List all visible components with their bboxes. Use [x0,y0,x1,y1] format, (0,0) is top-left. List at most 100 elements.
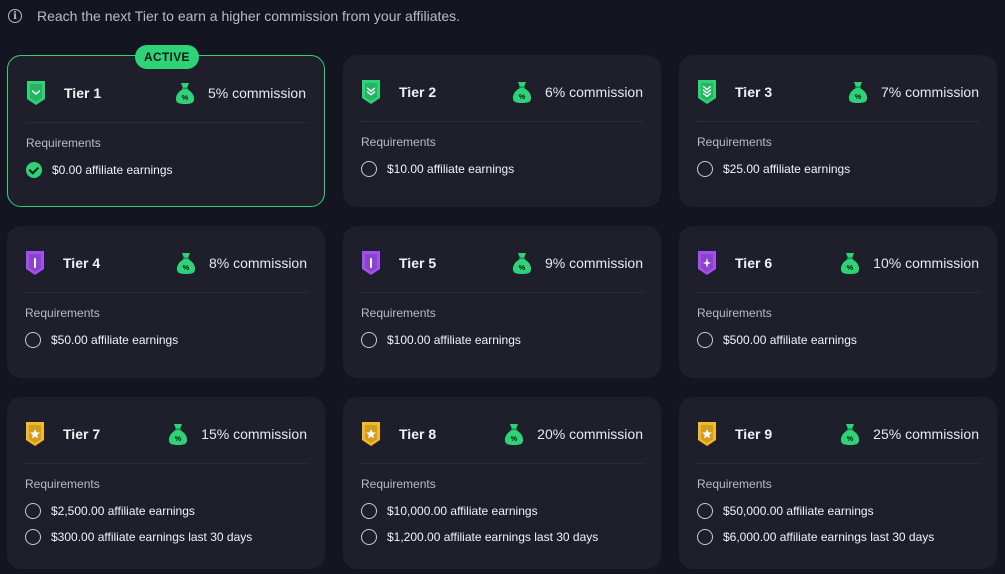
tier-card-1: ACTIVE Tier 1 % 5% commission Requiremen… [7,45,325,207]
tier-card-7: Tier 7 % 15% commission Requirements $2,… [7,397,325,569]
tier-header: Tier 5 % 9% commission [361,248,643,278]
requirements-list: $10.00 affiliate earnings [361,159,514,185]
tier-header: Tier 6 % 10% commission [697,248,979,278]
tier-card-9: Tier 9 % 25% commission Requirements $50… [679,397,997,569]
empty-circle-icon [25,503,41,519]
divider [361,292,643,293]
requirement-text: $10.00 affiliate earnings [387,162,515,176]
requirement-text: $0.00 affiliate earnings [52,163,173,177]
requirements-list: $2,500.00 affiliate earnings $300.00 aff… [25,501,252,553]
requirement-item: $50.00 affiliate earnings [25,330,178,350]
requirement-item: $300.00 affiliate earnings last 30 days [25,527,252,547]
tier-name: Tier 1 [64,85,102,101]
money-bag-icon: % [175,83,195,104]
requirements-list: $10,000.00 affiliate earnings $1,200.00 … [361,501,598,553]
svg-text:%: % [847,263,854,272]
info-banner: i Reach the next Tier to earn a higher c… [8,6,460,26]
tier-shield-icon [362,422,380,446]
requirement-text: $1,200.00 affiliate earnings last 30 day… [387,530,599,544]
requirements-label: Requirements [361,477,436,491]
tier-commission: 8% commission [208,255,307,271]
svg-text:%: % [175,434,182,443]
tier-header: Tier 8 % 20% commission [361,419,643,449]
tier-card-5: Tier 5 % 9% commission Requirements $100… [343,226,661,378]
tier-commission: 5% commission [207,85,306,101]
requirements-label: Requirements [361,135,436,149]
tier-name: Tier 6 [735,255,773,271]
requirement-item: $10,000.00 affiliate earnings [361,501,598,521]
tier-name: Tier 8 [399,426,437,442]
tier-header: Tier 7 % 15% commission [25,419,307,449]
requirements-list: $50.00 affiliate earnings [25,330,178,356]
money-bag-icon: % [505,424,524,445]
tier-card-8: Tier 8 % 20% commission Requirements $10… [343,397,661,569]
tier-name: Tier 9 [735,426,773,442]
tier-shield-icon [27,81,45,105]
empty-circle-icon [697,161,713,177]
empty-circle-icon [25,529,41,545]
tier-commission: 25% commission [873,426,979,442]
tier-card-2: Tier 2 % 6% commission Requirements $10.… [343,55,661,207]
tier-header: Tier 3 % 7% commission [697,77,979,107]
requirements-label: Requirements [25,306,100,320]
money-bag-icon: % [512,82,532,103]
requirement-item: $2,500.00 affiliate earnings [25,501,252,521]
requirements-list: $50,000.00 affiliate earnings $6,000.00 … [697,501,934,553]
requirement-text: $100.00 affiliate earnings [387,333,521,347]
svg-text:%: % [519,263,526,272]
requirement-item: $500.00 affiliate earnings [697,330,857,350]
svg-text:%: % [855,92,862,101]
tier-name: Tier 2 [399,84,437,100]
requirements-label: Requirements [697,306,772,320]
tier-card-6: Tier 6 % 10% commission Requirements $50… [679,226,997,378]
money-bag-icon: % [848,82,868,103]
empty-circle-icon [697,503,713,519]
tier-card-3: Tier 3 % 7% commission Requirements $25.… [679,55,997,207]
tier-name: Tier 7 [63,426,101,442]
empty-circle-icon [25,332,41,348]
divider [361,463,643,464]
divider [361,121,643,122]
empty-circle-icon [361,503,377,519]
requirements-list: $25.00 affiliate earnings [697,159,850,185]
tier-shield-icon [698,422,716,446]
divider [25,463,307,464]
requirement-item: $0.00 affiliate earnings [26,160,173,180]
tier-commission: 6% commission [544,84,643,100]
tier-commission: 20% commission [537,426,643,442]
active-badge: ACTIVE [135,45,199,69]
requirements-list: $0.00 affiliate earnings [26,160,173,186]
tier-card-4: Tier 4 % 8% commission Requirements $50.… [7,226,325,378]
tier-commission: 10% commission [873,255,979,271]
empty-circle-icon [361,529,377,545]
tier-shield-icon [698,251,716,275]
requirement-item: $25.00 affiliate earnings [697,159,850,179]
requirement-text: $500.00 affiliate earnings [723,333,857,347]
divider [697,463,979,464]
tier-header: Tier 9 % 25% commission [697,419,979,449]
tier-commission: 9% commission [544,255,643,271]
requirement-text: $50,000.00 affiliate earnings [723,504,874,518]
tier-name: Tier 4 [63,255,101,271]
requirement-text: $6,000.00 affiliate earnings last 30 day… [723,530,935,544]
tier-commission: 7% commission [880,84,979,100]
tier-shield-icon [26,251,44,275]
requirement-item: $100.00 affiliate earnings [361,330,521,350]
requirements-list: $500.00 affiliate earnings [697,330,857,356]
requirements-label: Requirements [25,477,100,491]
tier-header: Tier 1 % 5% commission [26,78,306,108]
tier-shield-icon [362,251,380,275]
empty-circle-icon [697,529,713,545]
money-bag-icon: % [841,253,860,274]
info-icon: i [8,9,22,23]
requirements-list: $100.00 affiliate earnings [361,330,521,356]
requirement-text: $25.00 affiliate earnings [723,162,851,176]
money-bag-icon: % [841,424,860,445]
requirement-item: $10.00 affiliate earnings [361,159,514,179]
tier-name: Tier 5 [399,255,437,271]
divider [26,122,306,123]
requirements-label: Requirements [697,477,772,491]
divider [25,292,307,293]
empty-circle-icon [361,332,377,348]
requirement-item: $1,200.00 affiliate earnings last 30 day… [361,527,598,547]
